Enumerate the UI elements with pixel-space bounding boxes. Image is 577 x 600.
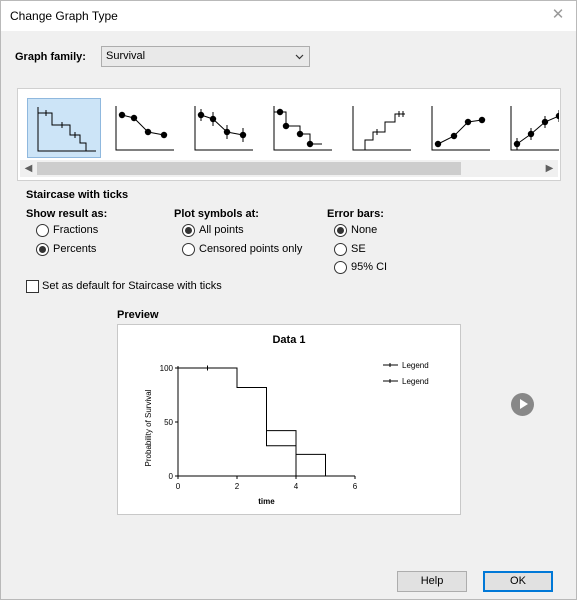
none-label: None xyxy=(351,224,378,236)
censored-points-radio[interactable] xyxy=(182,243,195,256)
fractions-label: Fractions xyxy=(53,224,99,236)
preview-chart: Data 1 0 50 100 0 2 4 6 time Probability of Survi… xyxy=(144,334,429,506)
close-icon[interactable]: ✕ xyxy=(550,7,566,23)
section-title: Staircase with ticks xyxy=(26,189,129,201)
show-result-label: Show result as: xyxy=(26,208,108,220)
x-tick-label: 6 xyxy=(353,482,358,491)
thumb-staircase-with-points[interactable] xyxy=(264,98,338,158)
graph-family-value: Survival xyxy=(106,50,146,62)
graph-family-select[interactable]: Survival xyxy=(101,46,310,67)
preview-label: Preview xyxy=(117,309,159,321)
set-default-checkbox[interactable] xyxy=(26,280,39,293)
change-graph-type-dialog: Change Graph Type ✕ Graph family: Surviv… xyxy=(0,0,577,600)
play-icon[interactable] xyxy=(511,393,534,416)
legend-label-2: Legend xyxy=(402,377,429,386)
points-connected-icon xyxy=(115,106,174,151)
x-tick-label: 4 xyxy=(294,482,299,491)
gallery-scrollbar[interactable]: ◀ ▶ xyxy=(20,160,558,177)
percents-label: Percents xyxy=(53,243,97,255)
thumb-points-rising-error-bars[interactable] xyxy=(501,98,559,158)
chart-title: Data 1 xyxy=(272,334,305,346)
thumb-points-error-bars[interactable] xyxy=(185,98,259,158)
y-axis-label: Probability of Survival xyxy=(144,389,153,466)
none-radio[interactable] xyxy=(334,224,347,237)
x-tick-label: 2 xyxy=(235,482,240,491)
scroll-right-icon[interactable]: ▶ xyxy=(541,160,558,177)
ok-button[interactable]: OK xyxy=(483,571,553,592)
censored-points-label: Censored points only xyxy=(199,243,303,255)
x-tick-label: 0 xyxy=(176,482,181,491)
help-button[interactable]: Help xyxy=(397,571,467,592)
thumb-points-connected[interactable] xyxy=(106,98,180,158)
title-bar: Change Graph Type ✕ xyxy=(1,1,576,31)
staircase-points-icon xyxy=(273,106,332,151)
se-radio[interactable] xyxy=(334,243,347,256)
graph-type-gallery: ◀ ▶ xyxy=(17,88,561,181)
percents-radio[interactable] xyxy=(36,243,49,256)
staircase-with-ticks-icon xyxy=(37,107,96,152)
points-error-bars-icon xyxy=(194,106,253,151)
fractions-radio[interactable] xyxy=(36,224,49,237)
legend-label-1: Legend xyxy=(402,361,429,370)
x-axis-label: time xyxy=(258,497,275,506)
thumb-points-rising[interactable] xyxy=(422,98,496,158)
thumb-staircase-rising-ticks[interactable] xyxy=(343,98,417,158)
staircase-rising-icon xyxy=(352,106,411,151)
graph-family-label: Graph family: xyxy=(15,51,86,63)
plot-symbols-label: Plot symbols at: xyxy=(174,208,259,220)
set-default-label: Set as default for Staircase with ticks xyxy=(42,280,222,292)
scrollbar-thumb[interactable] xyxy=(37,162,461,175)
all-points-radio[interactable] xyxy=(182,224,195,237)
preview-panel: Data 1 0 50 100 0 2 4 6 time Probability of Survi… xyxy=(117,324,461,515)
ci95-radio[interactable] xyxy=(334,261,347,274)
ci95-label: 95% CI xyxy=(351,261,388,273)
thumb-staircase-with-ticks[interactable] xyxy=(27,98,101,158)
points-rising-icon xyxy=(431,106,490,151)
y-tick-label: 100 xyxy=(160,364,174,373)
se-label: SE xyxy=(351,243,366,255)
points-rising-error-bars-icon xyxy=(510,106,559,151)
series-line-2 xyxy=(178,367,326,476)
scroll-left-icon[interactable]: ◀ xyxy=(20,160,37,177)
error-bars-label: Error bars: xyxy=(327,208,384,220)
window-title: Change Graph Type xyxy=(10,9,118,23)
y-tick-label: 50 xyxy=(164,418,173,427)
y-tick-label: 0 xyxy=(169,472,174,481)
chevron-down-icon xyxy=(295,54,304,60)
all-points-label: All points xyxy=(199,224,244,236)
